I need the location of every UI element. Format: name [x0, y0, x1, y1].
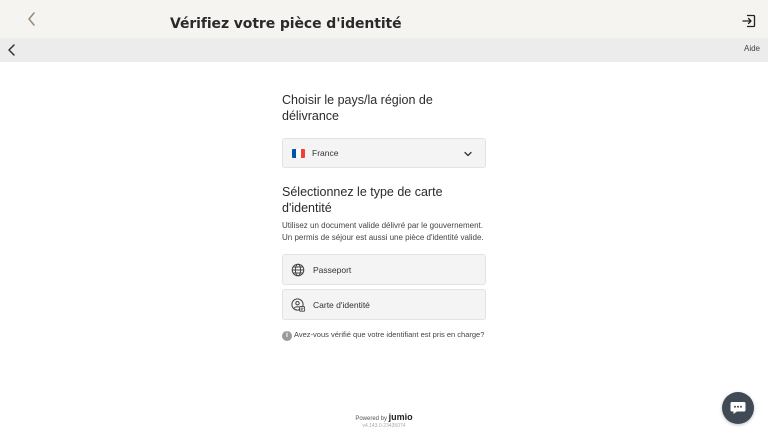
id-card-label: Carte d'identité	[313, 300, 370, 310]
top-bar: Vérifiez votre pièce d'identité	[0, 0, 768, 38]
supported-id-notice[interactable]: i Avez-vous vérifié que votre identifian…	[282, 330, 486, 341]
country-heading: Choisir le pays/la région de délivrance	[282, 93, 433, 123]
chat-bubble-icon	[730, 402, 746, 414]
sub-bar: Aide	[0, 38, 768, 62]
version-text: v4.143.0-23435074	[362, 423, 406, 429]
country-select[interactable]: France	[282, 138, 486, 168]
back-icon[interactable]	[24, 11, 40, 27]
supported-id-text: Avez-vous vérifié que votre identifiant …	[294, 330, 485, 339]
country-selected-value: France	[312, 148, 339, 158]
france-flag-icon	[292, 149, 305, 158]
id-card-option[interactable]: Carte d'identité	[282, 289, 486, 320]
chat-button[interactable]	[722, 392, 754, 424]
globe-icon	[291, 263, 305, 277]
id-type-description: Utilisez un document valide délivré par …	[282, 221, 484, 242]
help-link[interactable]: Aide	[744, 44, 760, 53]
info-icon: i	[282, 331, 292, 341]
id-type-heading: Sélectionnez le type de carte d'identité	[282, 185, 443, 215]
footer: Powered by jumio v4.143.0-23435074	[0, 412, 768, 429]
passport-label: Passeport	[313, 265, 352, 275]
powered-by-label: Powered by	[355, 416, 387, 422]
document-selection-panel: Choisir le pays/la région de délivrance …	[282, 92, 486, 341]
jumio-logo: jumio	[388, 412, 413, 422]
page-title: Vérifiez votre pièce d'identité	[170, 16, 402, 32]
powered-by: Powered by jumio	[0, 412, 768, 422]
exit-icon[interactable]	[742, 14, 756, 28]
passport-option[interactable]: Passeport	[282, 254, 486, 285]
chevron-down-icon	[464, 151, 472, 157]
back-arrow-icon[interactable]	[5, 42, 19, 58]
id-card-icon	[291, 298, 305, 312]
